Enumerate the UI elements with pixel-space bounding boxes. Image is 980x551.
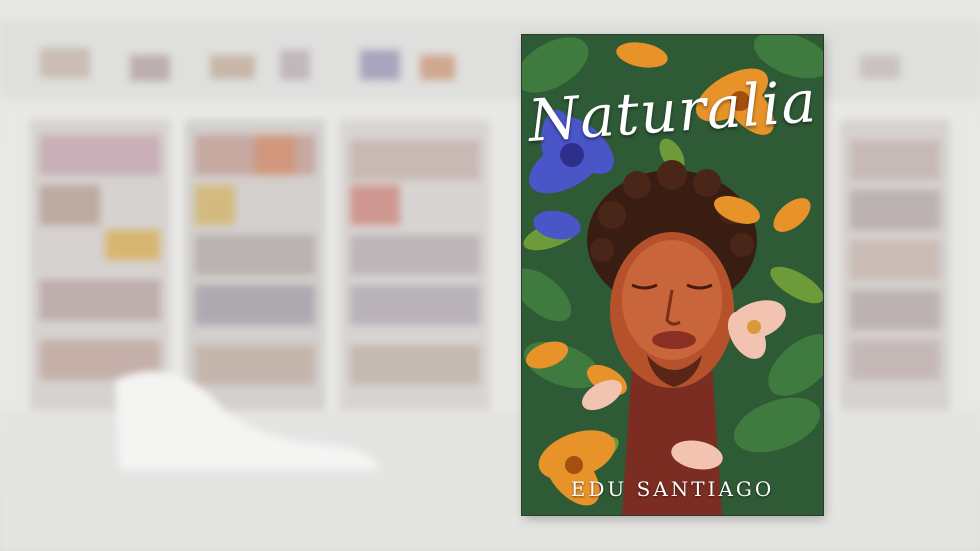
bookshelf-illustration <box>0 0 980 551</box>
book-author: EDU SANTIAGO <box>570 477 775 501</box>
blurred-library-background <box>0 0 980 551</box>
book-cover: Naturalia EDU SANTIAGO <box>522 35 823 515</box>
